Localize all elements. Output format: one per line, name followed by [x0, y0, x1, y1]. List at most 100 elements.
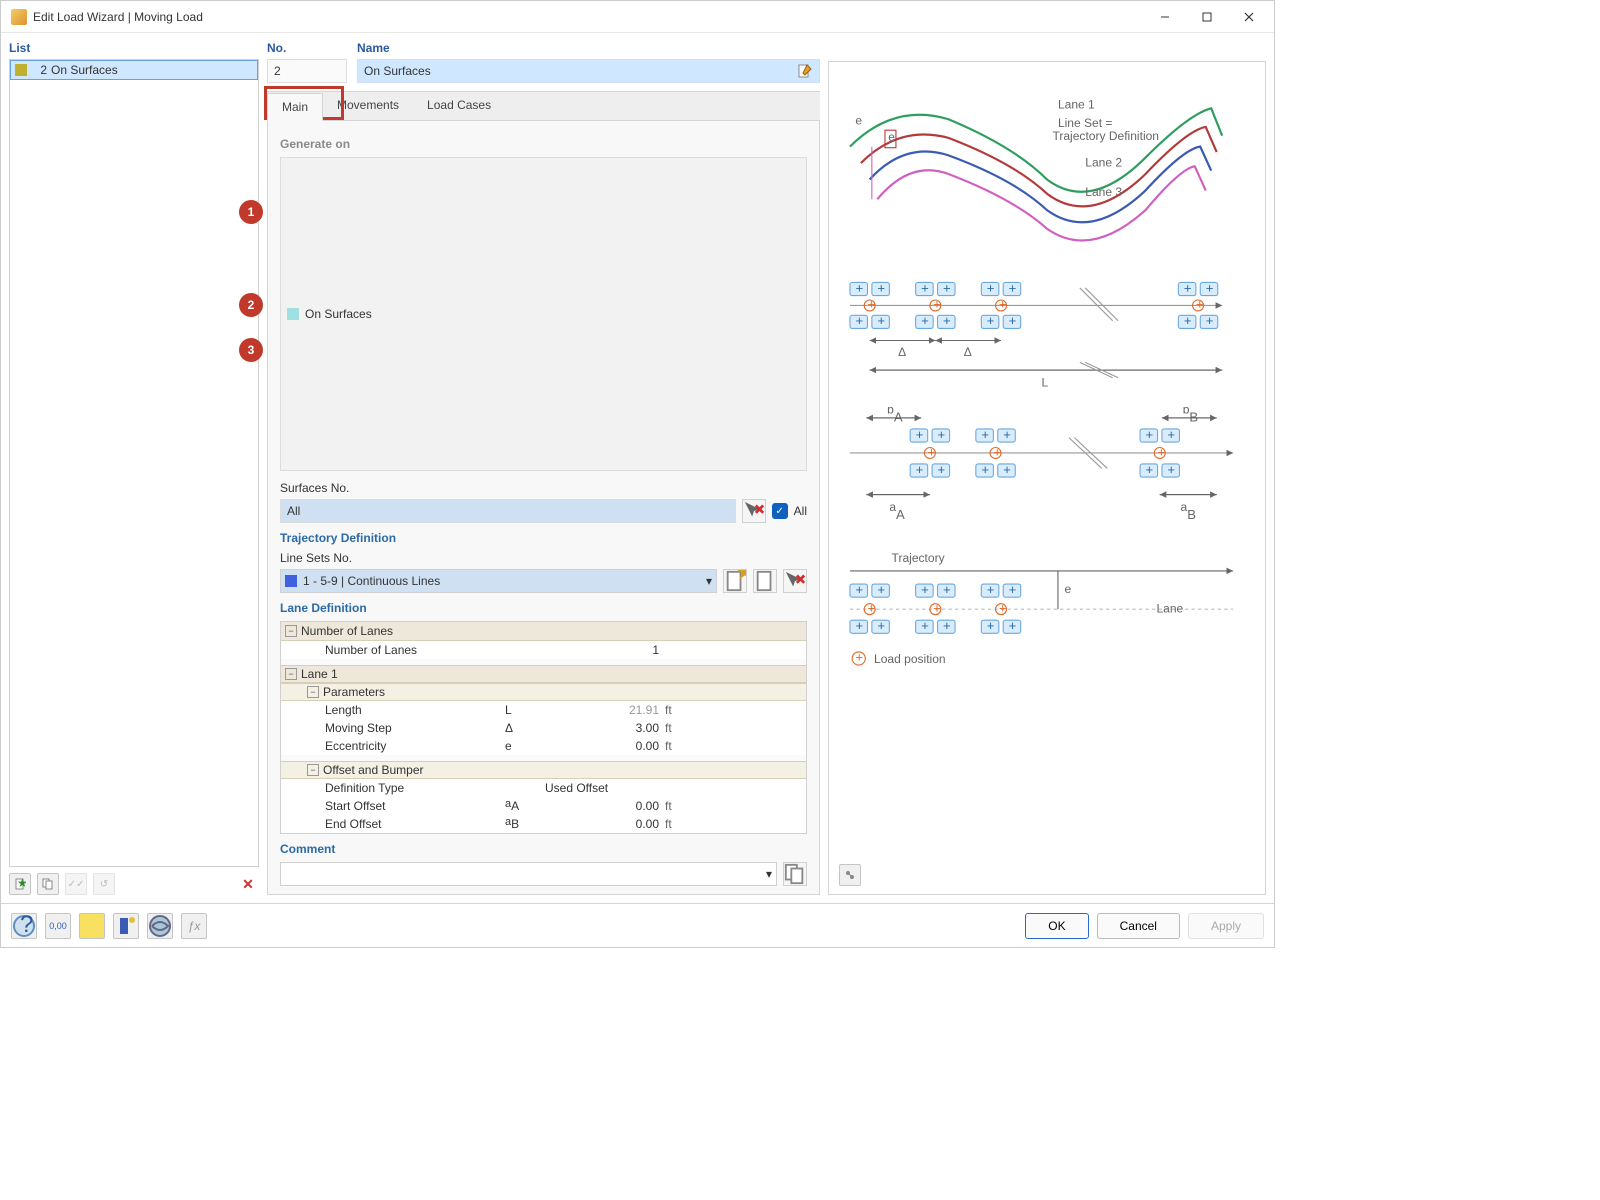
- svg-text:Δ: Δ: [898, 345, 906, 359]
- comment-row: Comment ▾: [280, 834, 807, 886]
- generate-on-value: On Surfaces: [280, 157, 807, 471]
- svg-text:+: +: [1003, 462, 1011, 477]
- svg-text:+: +: [987, 280, 995, 295]
- svg-text:+: +: [921, 618, 929, 633]
- callout-3: 3: [239, 338, 263, 362]
- diagram-config-button[interactable]: [839, 864, 861, 886]
- tree-group-params[interactable]: − Parameters: [281, 683, 806, 701]
- collapse-icon[interactable]: −: [285, 668, 297, 680]
- no-label: No.: [267, 41, 347, 55]
- units-button[interactable]: 0,00: [45, 913, 71, 939]
- delete-button[interactable]: ✕: [237, 873, 259, 895]
- tree-group-lane1[interactable]: − Lane 1: [281, 665, 806, 683]
- svg-text:+: +: [877, 582, 885, 597]
- svg-text:+: +: [1146, 462, 1154, 477]
- table-row[interactable]: Definition Type Used Offset: [281, 779, 806, 797]
- svg-text:+: +: [1009, 582, 1017, 597]
- no-field[interactable]: 2: [267, 59, 347, 83]
- svg-text:Trajectory: Trajectory: [892, 551, 945, 565]
- comment-library-button[interactable]: [783, 862, 807, 886]
- svg-text:+: +: [1167, 462, 1175, 477]
- table-row[interactable]: Length L 21.91 ft: [281, 701, 806, 719]
- svg-text:+: +: [987, 313, 995, 328]
- copy-button[interactable]: [37, 873, 59, 895]
- svg-text:+: +: [867, 297, 875, 312]
- comment-field[interactable]: ▾: [280, 862, 777, 886]
- table-row[interactable]: Start Offset aA 0.00 ft: [281, 797, 806, 815]
- l-delta-diagram: ++ ++ ++ ++ + + + + ++ ++ ++ ++: [839, 277, 1255, 397]
- globe-button[interactable]: [147, 913, 173, 939]
- svg-text:+: +: [987, 582, 995, 597]
- header-inputs: No. 2 Name On Surfaces: [267, 41, 820, 83]
- pick-surfaces-button[interactable]: [742, 499, 766, 523]
- main-tab-body: Generate on On Surfaces Surfaces No. All…: [267, 121, 820, 895]
- edit-lineset-button[interactable]: [753, 569, 777, 593]
- new-button[interactable]: ★: [9, 873, 31, 895]
- surfaces-no-label: Surfaces No.: [280, 481, 807, 495]
- collapse-icon[interactable]: −: [307, 686, 319, 698]
- list-item-index: 2: [33, 63, 47, 77]
- svg-text:+: +: [1003, 427, 1011, 442]
- svg-text:+: +: [916, 427, 924, 442]
- tree-header[interactable]: − Number of Lanes: [281, 622, 806, 641]
- table-row[interactable]: Number of Lanes 1: [281, 641, 806, 659]
- svg-text:+: +: [1158, 445, 1166, 460]
- list-item-name: On Surfaces: [51, 63, 118, 77]
- minimize-button[interactable]: [1144, 2, 1186, 32]
- tab-main[interactable]: Main: [267, 93, 323, 121]
- collapse-icon[interactable]: −: [307, 764, 319, 776]
- color-button[interactable]: [79, 913, 105, 939]
- svg-text:+: +: [933, 600, 941, 615]
- generate-on-title: Generate on: [280, 137, 807, 151]
- svg-text:bB: bB: [1183, 407, 1199, 424]
- svg-text:+: +: [943, 582, 951, 597]
- fx-button[interactable]: ƒx: [181, 913, 207, 939]
- help-button[interactable]: ?: [11, 913, 37, 939]
- svg-text:★: ★: [735, 570, 746, 584]
- wizard-icon-button[interactable]: [113, 913, 139, 939]
- check-button[interactable]: ✓✓: [65, 873, 87, 895]
- lanes-diagram: Lane 1 Line Set = Trajectory Definition …: [839, 70, 1255, 267]
- surface-swatch-icon: [287, 308, 299, 320]
- left-panel: List 2 On Surfaces ★ ✓✓ ↺ ✕: [9, 41, 259, 895]
- new-lineset-button[interactable]: ★: [723, 569, 747, 593]
- table-row[interactable]: End Offset aB 0.00 ft: [281, 815, 806, 833]
- svg-text:+: +: [943, 618, 951, 633]
- dialog-window: Edit Load Wizard | Moving Load List 2 On…: [0, 0, 1275, 948]
- name-field[interactable]: On Surfaces: [357, 59, 820, 83]
- app-icon: [11, 9, 27, 25]
- maximize-button[interactable]: [1186, 2, 1228, 32]
- list-item[interactable]: 2 On Surfaces: [10, 60, 258, 80]
- collapse-icon[interactable]: −: [285, 625, 297, 637]
- table-row[interactable]: Eccentricity e 0.00 ft: [281, 737, 806, 755]
- svg-text:L: L: [1042, 376, 1049, 390]
- table-row[interactable]: Moving Step Δ 3.00 ft: [281, 719, 806, 737]
- content: List 2 On Surfaces ★ ✓✓ ↺ ✕ No.: [1, 33, 1274, 903]
- lane-def-title: Lane Definition: [280, 601, 807, 615]
- tab-load-cases[interactable]: Load Cases: [413, 92, 505, 120]
- svg-text:Trajectory Definition: Trajectory Definition: [1052, 129, 1159, 143]
- pick-lineset-button[interactable]: [783, 569, 807, 593]
- svg-text:e: e: [888, 130, 895, 144]
- all-checkbox[interactable]: [772, 503, 788, 519]
- surfaces-no-field[interactable]: All: [280, 499, 736, 523]
- tree-group-offset[interactable]: − Offset and Bumper: [281, 761, 806, 779]
- svg-text:+: +: [877, 618, 885, 633]
- lane-def-tree[interactable]: − Number of Lanes Number of Lanes 1: [280, 621, 807, 834]
- name-label: Name: [357, 41, 820, 55]
- edit-icon[interactable]: [797, 63, 813, 79]
- svg-text:aB: aB: [1181, 500, 1197, 522]
- ok-button[interactable]: OK: [1025, 913, 1088, 939]
- close-button[interactable]: [1228, 2, 1270, 32]
- uncheck-button[interactable]: ↺: [93, 873, 115, 895]
- svg-text:+: +: [928, 445, 936, 460]
- list-box[interactable]: 2 On Surfaces: [9, 59, 259, 867]
- svg-text:+: +: [1184, 313, 1192, 328]
- svg-text:+: +: [921, 582, 929, 597]
- svg-text:aA: aA: [889, 500, 905, 522]
- svg-text:+: +: [999, 297, 1007, 312]
- cancel-button[interactable]: Cancel: [1097, 913, 1180, 939]
- apply-button[interactable]: Apply: [1188, 913, 1264, 939]
- linesets-combo[interactable]: 1 - 5-9 | Continuous Lines ▾: [280, 569, 717, 593]
- svg-text:+: +: [938, 462, 946, 477]
